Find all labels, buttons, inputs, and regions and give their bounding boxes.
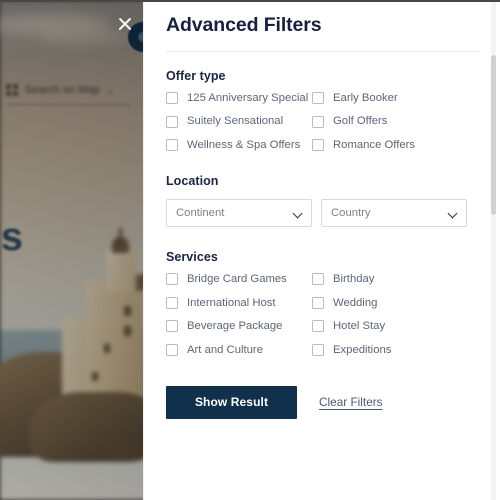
search-on-map-control[interactable]: Search on Map ⌄	[6, 84, 131, 96]
checkbox-label: Birthday	[333, 273, 375, 286]
checkbox-expeditions[interactable]: Expeditions	[312, 344, 479, 356]
checkbox-label: Early Booker	[333, 92, 398, 104]
chevron-down-icon	[292, 208, 303, 219]
checkbox-box-icon[interactable]	[166, 343, 178, 356]
checkbox-box-icon[interactable]	[312, 273, 324, 286]
checkbox-romance-offers[interactable]: Romance Offers	[312, 138, 479, 152]
chevron-down-icon: ⌄	[106, 84, 115, 95]
checkbox-box-icon[interactable]	[312, 296, 324, 309]
checkbox-box-icon[interactable]	[312, 115, 324, 128]
checkbox-box-icon[interactable]	[312, 343, 324, 356]
window-top-edge	[0, 0, 500, 2]
divider	[166, 51, 479, 52]
country-select[interactable]: Country	[321, 199, 467, 228]
checkbox-box-icon[interactable]	[166, 273, 178, 286]
page-title: Advanced Filters	[166, 14, 322, 36]
panel-footer: Show Result Clear Filters	[166, 385, 479, 419]
map-grid-icon	[6, 84, 18, 96]
checkbox-birthday[interactable]: Birthday	[312, 273, 479, 286]
checkbox-beverage-package[interactable]: Beverage Package	[166, 320, 312, 333]
continent-select[interactable]: Continent	[166, 199, 312, 228]
section-heading-services: Services	[166, 250, 218, 265]
checkbox-wellness-and-spa-offers[interactable]: Wellness & Spa Offers	[166, 138, 312, 152]
show-result-button[interactable]: Show Result	[166, 385, 297, 419]
location-selects: Continent Country	[166, 199, 479, 228]
checkbox-label: Art and Culture	[187, 343, 263, 356]
checkbox-bridge-card-games[interactable]: Bridge Card Games	[166, 273, 312, 286]
continent-select-value: Continent	[176, 207, 225, 220]
checkbox-wedding[interactable]: Wedding	[312, 297, 479, 309]
checkbox-label: Expeditions	[333, 343, 392, 356]
checkbox-box-icon[interactable]	[166, 139, 178, 152]
offer-type-checkbox-group: 125 Anniversary Special Early Booker Sui…	[166, 92, 479, 152]
checkbox-international-host[interactable]: International Host	[166, 297, 312, 309]
checkbox-hotel-stay[interactable]: Hotel Stay	[312, 320, 479, 333]
screen: es Search on Map ⌄ Advanced Filters Offe…	[0, 0, 500, 500]
checkbox-box-icon[interactable]	[166, 115, 178, 128]
section-heading-offer-type: Offer type	[166, 69, 226, 83]
checkbox-box-icon[interactable]	[312, 320, 324, 333]
chevron-down-icon	[447, 208, 458, 219]
checkbox-label: Wedding	[333, 296, 378, 309]
checkbox-golf-offers[interactable]: Golf Offers	[312, 115, 479, 128]
checkbox-label: Suitely Sensational	[187, 115, 284, 128]
checkbox-suitely-sensational[interactable]: Suitely Sensational	[166, 115, 312, 128]
checkbox-box-icon[interactable]	[166, 92, 178, 105]
checkbox-box-icon[interactable]	[312, 139, 324, 152]
checkbox-art-and-culture[interactable]: Art and Culture	[166, 344, 312, 356]
search-on-map-label: Search on Map	[25, 84, 100, 96]
services-checkbox-group: Bridge Card Games Birthday International…	[166, 273, 479, 356]
checkbox-label: 125 Anniversary Special	[187, 92, 309, 104]
close-icon[interactable]	[116, 15, 134, 33]
checkbox-label: Beverage Package	[187, 320, 283, 333]
checkbox-label: Romance Offers	[333, 138, 416, 151]
search-on-map-underline	[8, 104, 130, 105]
checkbox-label: International Host	[187, 296, 276, 309]
advanced-filters-panel: Advanced Filters Offer type 125 Annivers…	[143, 0, 500, 500]
checkbox-box-icon[interactable]	[166, 296, 178, 309]
hero-headline: es	[0, 215, 24, 259]
checkbox-label: Wellness & Spa Offers	[187, 138, 301, 151]
country-select-value: Country	[331, 207, 371, 220]
checkbox-label: Bridge Card Games	[187, 273, 287, 286]
checkbox-125-anniversary-special[interactable]: 125 Anniversary Special	[166, 92, 312, 105]
checkbox-early-booker[interactable]: Early Booker	[312, 92, 479, 105]
clear-filters-link[interactable]: Clear Filters	[319, 395, 383, 409]
scrollbar-thumb[interactable]	[491, 55, 496, 215]
checkbox-box-icon[interactable]	[312, 92, 324, 105]
checkbox-label: Golf Offers	[333, 115, 388, 128]
section-heading-location: Location	[166, 174, 219, 189]
checkbox-label: Hotel Stay	[333, 320, 386, 333]
checkbox-box-icon[interactable]	[166, 320, 178, 333]
